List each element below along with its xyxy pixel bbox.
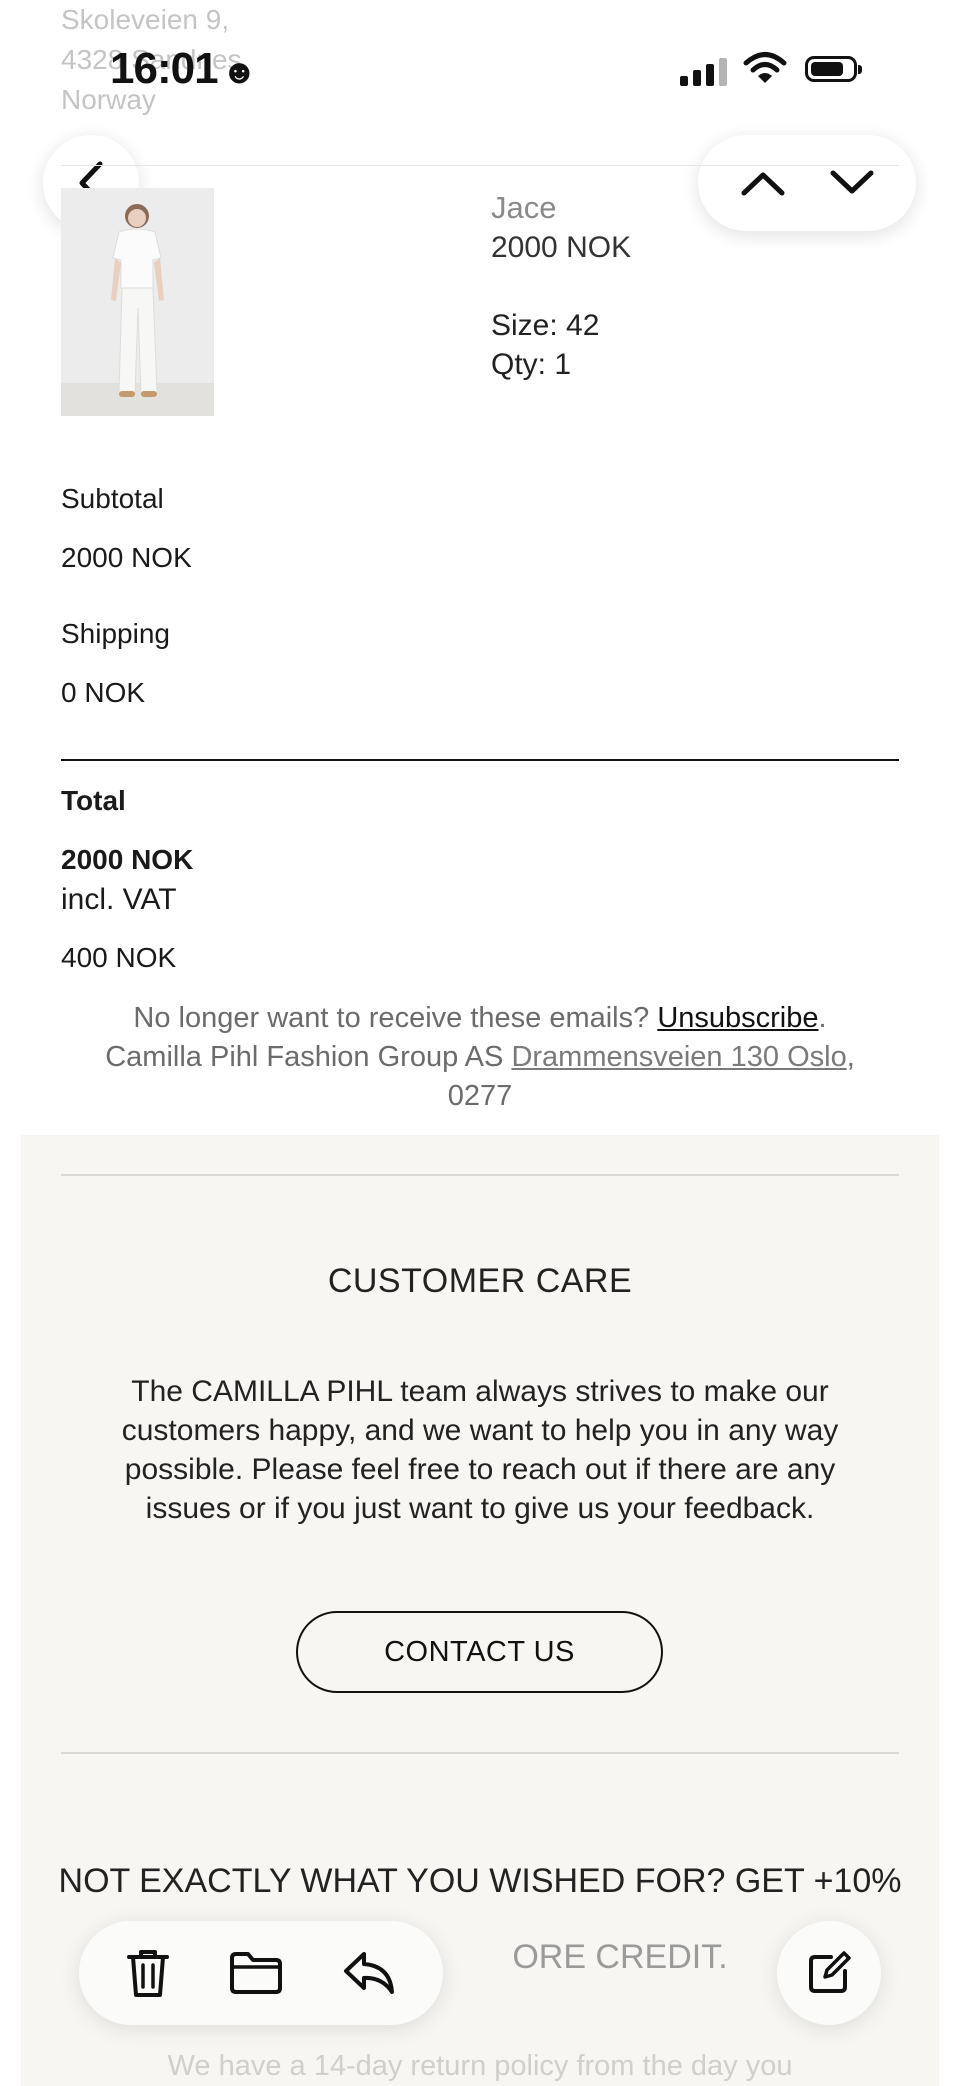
compose-button[interactable] <box>777 1921 881 2025</box>
shipping-value: 0 NOK <box>61 677 146 708</box>
vat-label: incl. VAT <box>61 883 177 916</box>
divider <box>61 1174 899 1176</box>
address-line-1: Skoleveien 9, <box>61 4 230 35</box>
face-icon: ☻ <box>221 53 258 91</box>
address-suffix: , <box>846 1041 855 1073</box>
folder-icon[interactable] <box>228 1950 284 1996</box>
total-value: 2000 NOK <box>61 844 194 875</box>
customer-care-title: CUSTOMER CARE <box>327 1262 633 1300</box>
mail-toolbar <box>79 1921 443 2025</box>
unsubscribe-suffix: . <box>818 1002 827 1034</box>
status-time-text: 16:01 <box>110 44 219 93</box>
status-time: 16:01 ☻ <box>110 44 258 94</box>
contact-us-button[interactable]: CONTACT US <box>296 1611 663 1693</box>
company-name: Camilla Pihl Fashion Group AS <box>105 1041 504 1073</box>
divider <box>61 1752 899 1754</box>
signal-icon <box>680 58 727 86</box>
return-policy-text: We have a 14-day return policy from the … <box>167 2050 793 2082</box>
divider <box>61 165 899 166</box>
shipping-label: Shipping <box>61 618 170 649</box>
product-quantity: Qty: 1 <box>491 348 572 381</box>
promo-line-1: NOT EXACTLY WHAT YOU WISHED FOR? GET +10… <box>58 1862 902 1900</box>
product-image[interactable] <box>61 188 214 416</box>
product-price: 2000 NOK <box>491 231 632 264</box>
compose-icon <box>805 1949 853 1997</box>
battery-icon <box>805 56 862 82</box>
total-divider <box>61 759 899 761</box>
product-name: Jace <box>491 190 557 225</box>
previous-message-button[interactable] <box>740 169 786 197</box>
message-navigation <box>698 135 916 231</box>
address-link[interactable]: Drammensveien 130 Oslo <box>511 1041 846 1073</box>
vat-value: 400 NOK <box>61 942 177 973</box>
next-message-button[interactable] <box>829 169 875 197</box>
unsubscribe-prefix: No longer want to receive these emails? <box>133 1002 650 1034</box>
chevron-down-icon <box>830 170 873 194</box>
subtotal-value: 2000 NOK <box>61 542 192 573</box>
customer-care-body: The CAMILLA PIHL team always strives to … <box>121 1375 839 1525</box>
chevron-up-icon <box>741 172 784 196</box>
reply-icon[interactable] <box>342 1950 396 1996</box>
total-label: Total <box>61 785 126 816</box>
unsubscribe-link[interactable]: Unsubscribe <box>657 1002 818 1034</box>
company-address-line: Camilla Pihl Fashion Group AS Drammensve… <box>0 1037 960 1077</box>
unsubscribe-line: No longer want to receive these emails? … <box>0 998 960 1038</box>
promo-line-2-text: ORE CREDIT. <box>512 1938 728 1976</box>
product-size: Size: 42 <box>491 309 600 342</box>
postcode: 0277 <box>447 1080 513 1112</box>
subtotal-label: Subtotal <box>61 483 164 514</box>
wifi-icon <box>742 50 788 91</box>
trash-icon[interactable] <box>126 1947 170 1999</box>
